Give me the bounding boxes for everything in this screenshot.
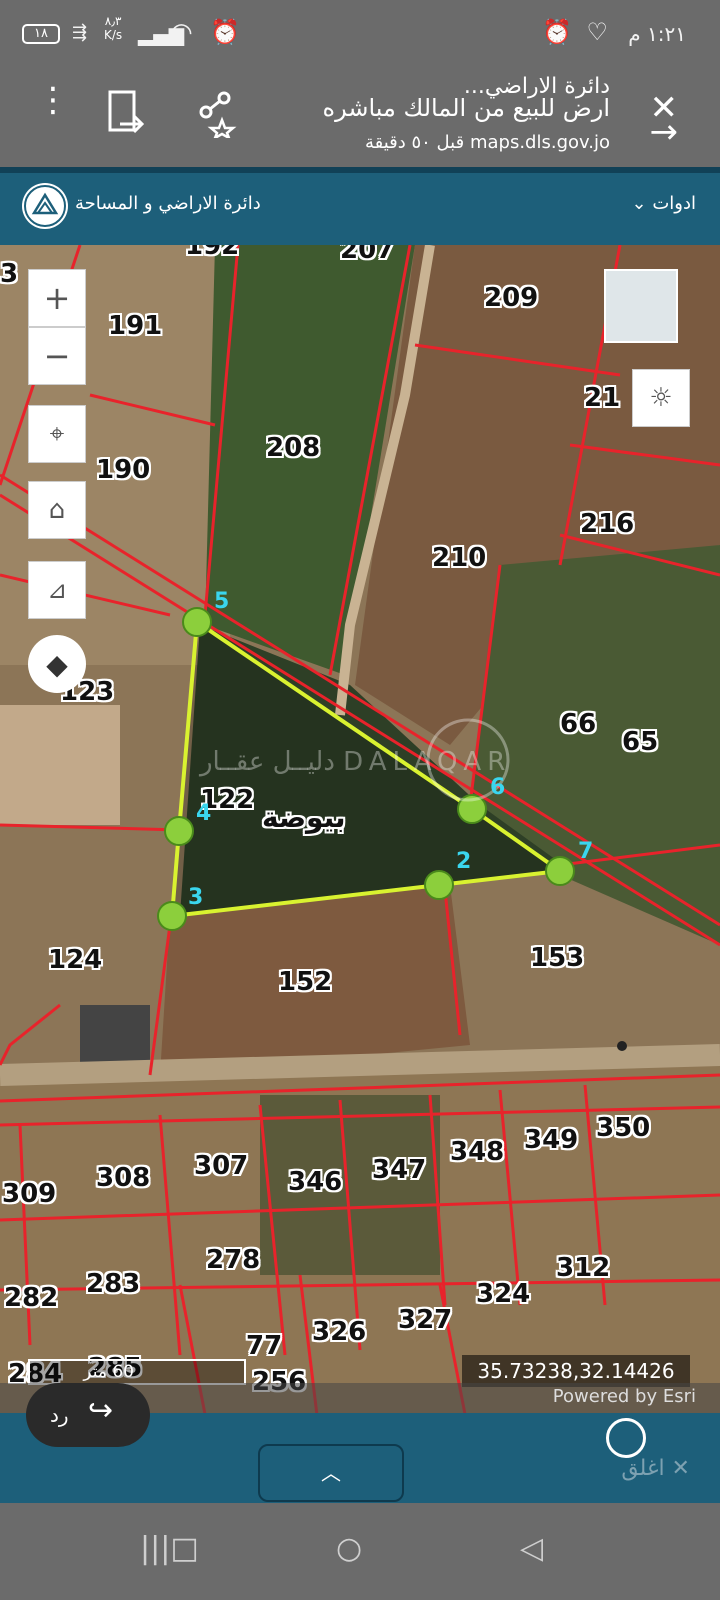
home-nav-icon[interactable]: ○ xyxy=(336,1531,362,1566)
site-name: دائرة الاراضي و المساحة xyxy=(75,193,261,214)
parcel-label: 326 xyxy=(312,1317,367,1347)
clock: ١:٢١ م xyxy=(628,22,686,46)
map-canvas[interactable] xyxy=(0,245,720,1440)
parcel-label: 278 xyxy=(206,1245,261,1275)
parcel-label: 308 xyxy=(96,1163,151,1193)
parcel-label: 216 xyxy=(580,509,635,539)
parcel-label: 327 xyxy=(398,1305,453,1335)
usb-icon: ⇶ xyxy=(72,22,88,43)
parcel-label: 207 xyxy=(340,245,395,265)
parcel-label: 65 xyxy=(622,727,659,757)
vertex-label: 4 xyxy=(196,801,212,826)
recent-apps-icon[interactable]: |||□ xyxy=(140,1531,199,1566)
chevron-up-icon: ︿ xyxy=(321,1461,341,1485)
reply-label: رد xyxy=(50,1403,69,1427)
home-icon[interactable]: ⌂ xyxy=(28,481,86,539)
parcel-label: 153 xyxy=(530,943,585,973)
parcel-label: 324 xyxy=(476,1279,531,1309)
parcel-label: 191 xyxy=(108,311,163,341)
network-speed: ٨٫٣ K/s xyxy=(104,14,123,42)
parcel-label: 21 xyxy=(584,383,621,413)
tools-menu[interactable]: ادوات ⌄ xyxy=(632,193,696,214)
emoji-icon[interactable] xyxy=(606,1418,646,1458)
map-view[interactable]: دليــل عقــار DALAQAR 192 207 209 191 21… xyxy=(0,245,720,1440)
parcel-label: 282 xyxy=(4,1283,59,1313)
parcel-label: 347 xyxy=(372,1155,427,1185)
sun-icon[interactable]: ☼ xyxy=(632,369,690,427)
alarm-icon-2: ⏰ xyxy=(542,18,572,46)
vertex-label: 6 xyxy=(490,775,506,800)
vertex-label: 7 xyxy=(578,839,594,864)
parcel-label: 209 xyxy=(484,283,539,313)
wifi-icon: ◠ xyxy=(170,18,193,48)
back-nav-icon[interactable]: ◁ xyxy=(520,1531,543,1566)
close-panel-button[interactable]: ✕ اغلق xyxy=(621,1456,690,1481)
parcel-label: 208 xyxy=(266,433,321,463)
share-star-icon[interactable] xyxy=(196,90,240,142)
share-forward-icon[interactable] xyxy=(104,88,148,140)
panel-toggle-button[interactable]: ︿ xyxy=(258,1444,404,1502)
navigation-bar: |||□ ○ ◁ xyxy=(0,1503,720,1600)
measure-icon[interactable]: ⊿ xyxy=(28,561,86,619)
page-source: maps.dls.gov.jo قبل ٥٠ دقيقة xyxy=(364,132,610,153)
parcel-label: 348 xyxy=(450,1137,505,1167)
status-bar: ١٨ ⇶ ٨٫٣ K/s ▂▄▆ ◠ ⏰ ١:٢١ م ♡ ⏰ xyxy=(0,0,720,72)
parcel-label: 210 xyxy=(432,543,487,573)
parcel-label: 77 xyxy=(246,1331,283,1361)
parcel-label: 66 xyxy=(560,709,597,739)
parcel-label: 346 xyxy=(288,1167,343,1197)
parcel-label: 307 xyxy=(194,1151,249,1181)
site-header: دائرة الاراضي و المساحة ادوات ⌄ xyxy=(0,167,720,245)
vertex-label: 5 xyxy=(214,589,230,614)
parcel-label: 349 xyxy=(524,1125,579,1155)
parcel-label: 350 xyxy=(596,1113,651,1143)
attribution: Powered by Esri xyxy=(552,1386,696,1407)
watermark: دليــل عقــار DALAQAR xyxy=(200,747,512,777)
battery-icon: ١٨ xyxy=(22,24,60,44)
vertex-label: 3 xyxy=(188,885,204,910)
reply-arrow-icon: ↪ xyxy=(88,1393,114,1428)
dls-logo-icon xyxy=(22,183,68,229)
parcel-label: 192 xyxy=(185,245,240,261)
page-title: ارض للبيع من المالك مباشره xyxy=(322,94,610,122)
parcel-label: 152 xyxy=(278,967,333,997)
parcel-label: 190 xyxy=(96,455,151,485)
parcel-label: 3 xyxy=(0,259,19,289)
basemap-thumbnail[interactable] xyxy=(604,269,678,343)
zoom-in-button[interactable]: + xyxy=(28,269,86,327)
share-header: ⋮ دائرة الاراضي... ارض للبيع من المالك م… xyxy=(0,72,720,167)
vertex-label: 2 xyxy=(456,849,472,874)
parcel-annotation: بيوضة xyxy=(262,801,346,834)
parcel-label: 283 xyxy=(86,1269,141,1299)
parcel-label: 312 xyxy=(556,1253,611,1283)
parcel-label: 124 xyxy=(48,945,103,975)
compass-icon[interactable]: ◆ xyxy=(28,635,86,693)
heart-pulse-icon: ♡ xyxy=(586,18,608,46)
alarm-icon: ⏰ xyxy=(210,18,240,46)
chevron-down-icon: ⌄ xyxy=(631,193,647,214)
zoom-out-button[interactable]: − xyxy=(28,327,86,385)
parcel-label: 309 xyxy=(2,1179,57,1209)
more-menu-icon[interactable]: ⋮ xyxy=(36,83,70,117)
arrow-right-icon[interactable]: → xyxy=(650,112,679,152)
reply-button[interactable]: رد ↪ xyxy=(26,1383,150,1447)
locate-icon[interactable]: ⌖ xyxy=(28,405,86,463)
scale-bar: 60 متر xyxy=(28,1359,246,1385)
